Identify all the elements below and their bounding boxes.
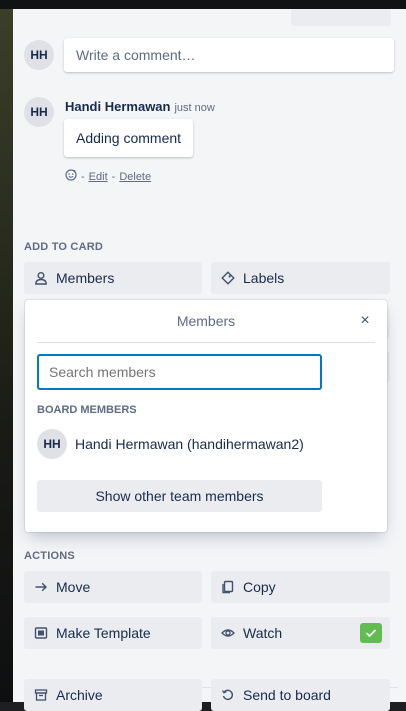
search-members-input[interactable] [37, 354, 322, 390]
copy-icon [221, 580, 235, 594]
copy-button[interactable]: Copy [211, 571, 390, 603]
delete-comment-link[interactable]: Delete [119, 171, 151, 183]
avatar[interactable]: HH [24, 40, 54, 70]
watch-button[interactable]: Watch [211, 617, 390, 649]
labels-button[interactable]: Labels [211, 262, 390, 294]
close-icon[interactable]: × [355, 311, 375, 331]
members-button[interactable]: Members [24, 262, 202, 294]
board-background-edge [0, 9, 13, 702]
board-members-heading: BOARD MEMBERS [37, 404, 137, 416]
popover-divider [37, 342, 375, 343]
member-icon [34, 271, 48, 285]
send-to-board-button[interactable]: Send to board [211, 679, 390, 711]
watch-check-icon [360, 623, 382, 643]
archive-button[interactable]: Archive [24, 679, 202, 711]
members-popover: Members × BOARD MEMBERS HH Handi Hermawa… [25, 300, 387, 532]
eye-icon [221, 626, 235, 640]
archive-icon [34, 688, 48, 702]
copy-label: Copy [243, 579, 276, 595]
labels-label: Labels [243, 270, 285, 286]
move-label: Move [56, 579, 91, 595]
activity-avatar[interactable]: HH [24, 97, 54, 127]
add-to-card-heading: ADD TO CARD [24, 241, 103, 253]
make-template-label: Make Template [56, 625, 151, 641]
make-template-button[interactable]: Make Template [24, 617, 202, 649]
separator: - [111, 170, 116, 183]
comment-actions: - Edit - Delete [65, 169, 151, 184]
arrow-right-icon [34, 580, 48, 594]
actions-heading: ACTIONS [24, 550, 75, 562]
emoji-icon[interactable] [65, 169, 77, 184]
members-label: Members [56, 270, 115, 286]
avatar: HH [37, 429, 67, 459]
comment-text: Adding comment [64, 119, 194, 157]
activity-author: Handi Hermawan just now [65, 99, 215, 114]
tag-icon [221, 271, 235, 285]
member-list-item[interactable]: HH Handi Hermawan (handihermawan2) [37, 428, 375, 460]
send-to-board-label: Send to board [243, 687, 331, 703]
move-button[interactable]: Move [24, 571, 202, 603]
refresh-icon [221, 688, 235, 702]
popover-title: Members [176, 313, 236, 329]
show-other-team-members-button[interactable]: Show other team members [37, 480, 322, 512]
top-bar [0, 0, 406, 9]
watch-label: Watch [243, 625, 283, 641]
author-name[interactable]: Handi Hermawan [65, 99, 170, 114]
comment-input[interactable]: Write a comment… [64, 38, 394, 72]
activity-timestamp[interactable]: just now [174, 102, 214, 114]
member-name: Handi Hermawan (handihermawan2) [75, 436, 304, 452]
edit-comment-link[interactable]: Edit [89, 171, 108, 183]
separator: - [81, 170, 85, 183]
partial-top-button[interactable] [291, 9, 391, 26]
template-icon [34, 626, 48, 640]
card-detail-panel: HH Write a comment… HH Handi Hermawan jus… [13, 9, 406, 711]
archive-label: Archive [56, 687, 103, 703]
